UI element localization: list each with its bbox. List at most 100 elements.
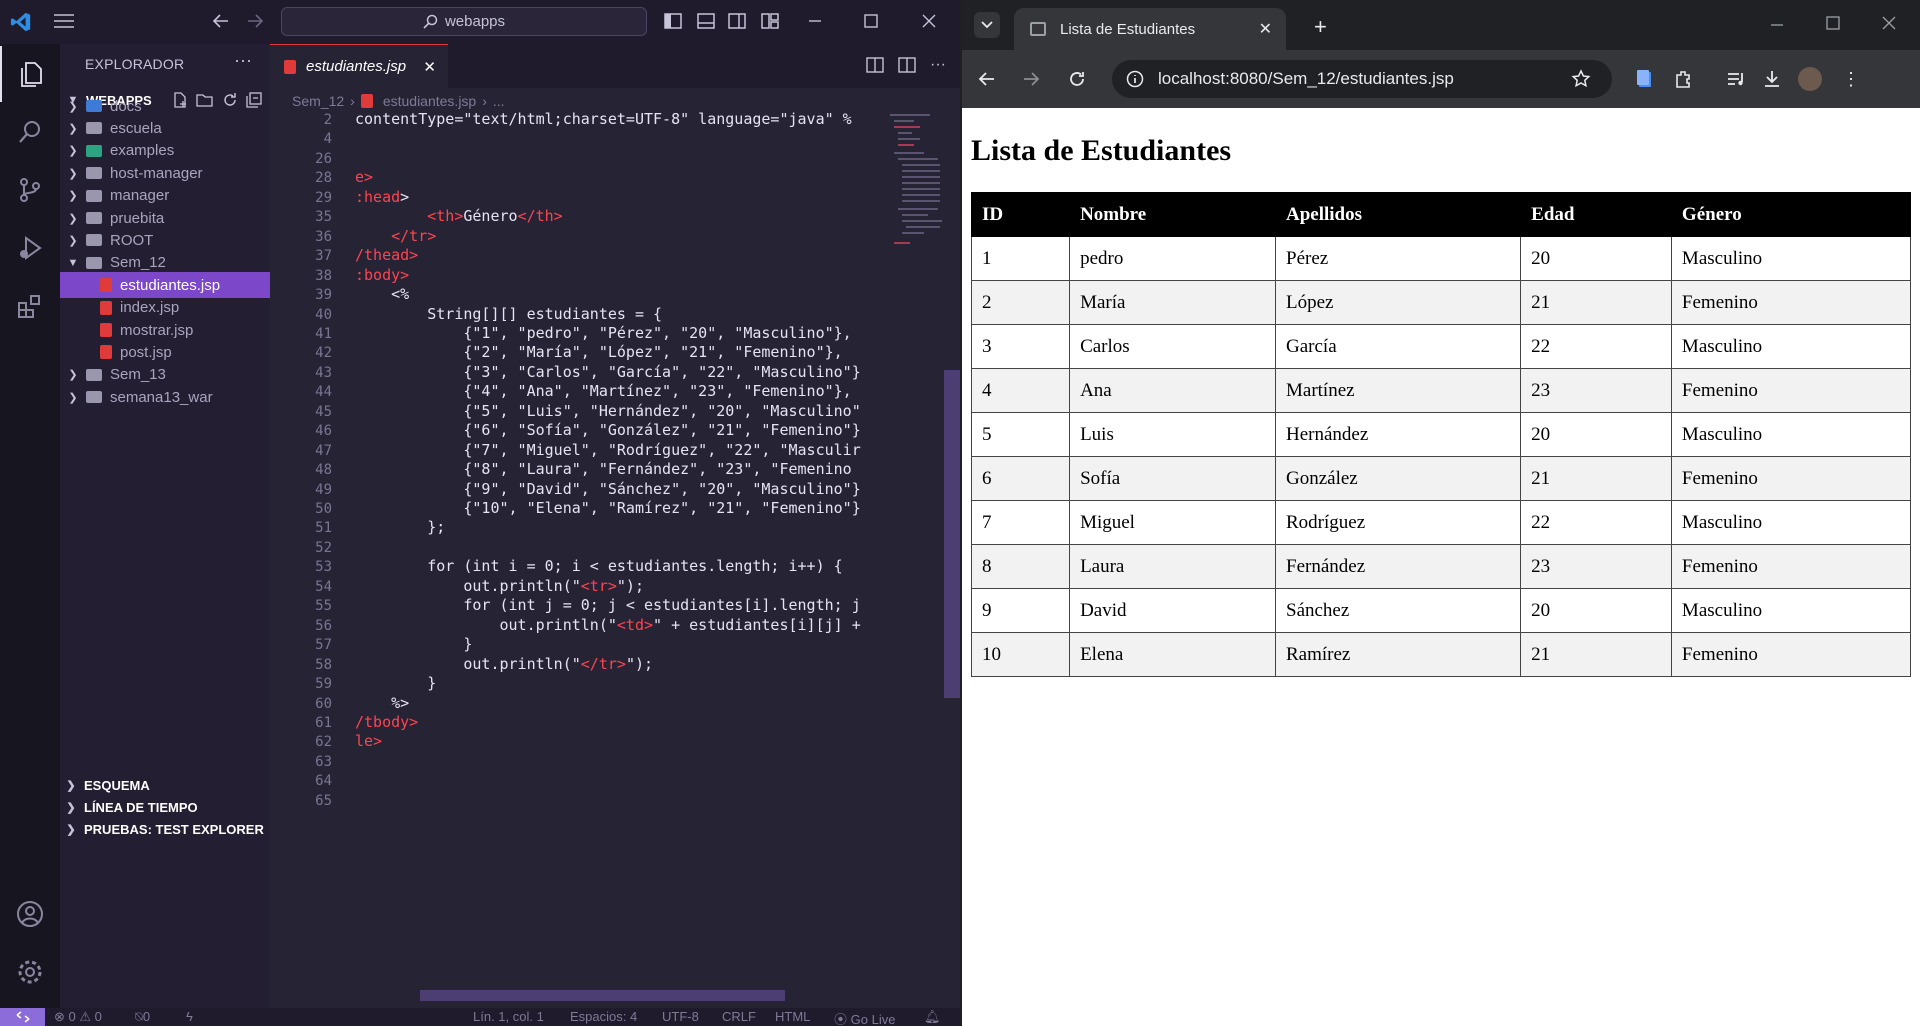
- bookmark-star-icon[interactable]: [1571, 69, 1591, 89]
- url-text: localhost:8080/Sem_12/estudiantes.jsp: [1158, 69, 1454, 88]
- accounts-activity[interactable]: [0, 886, 60, 942]
- toggle-sidebar-icon[interactable]: [664, 12, 682, 30]
- run-debug-activity[interactable]: [0, 220, 60, 276]
- chevron-right-icon: ❯: [68, 145, 78, 158]
- horizontal-scrollbar[interactable]: [420, 990, 785, 1001]
- forward-arrow-icon[interactable]: [246, 12, 264, 30]
- browser-tab[interactable]: Lista de Estudiantes ✕: [1014, 8, 1286, 50]
- extensions-activity[interactable]: [0, 278, 60, 334]
- more-menu-icon[interactable]: ⋮: [1842, 69, 1860, 90]
- lightning-icon[interactable]: ϟ: [186, 1009, 193, 1024]
- line-number: 64: [315, 773, 332, 790]
- manage-activity[interactable]: [0, 944, 60, 1000]
- breadcrumb: Sem_12 › estudiantes.jsp › ...: [292, 93, 505, 109]
- breadcrumb-file[interactable]: estudiantes.jsp: [383, 93, 476, 109]
- code-token: {"5", "Luis", "Hernández", "20", "Mascul…: [355, 401, 861, 420]
- new-tab-icon[interactable]: +: [1314, 14, 1327, 40]
- media-controls-icon[interactable]: [1726, 69, 1746, 89]
- open-preview-icon[interactable]: [866, 56, 884, 74]
- column-header: Género: [1670, 192, 1912, 237]
- section-test-explorer[interactable]: ❯ PRUEBAS: TEST EXPLORER: [60, 816, 270, 842]
- site-info-icon[interactable]: [1126, 70, 1144, 88]
- more-actions-icon[interactable]: ···: [234, 50, 252, 71]
- table-cell: Sofía: [1069, 456, 1276, 501]
- tree-item[interactable]: ❯ semana13_war: [60, 384, 270, 410]
- column-header: ID: [970, 192, 1071, 237]
- explorer-activity[interactable]: [0, 46, 60, 102]
- download-icon[interactable]: [1762, 69, 1782, 89]
- tab-estudiantes-jsp[interactable]: estudiantes.jsp ✕: [270, 44, 448, 88]
- run-debug-icon: [20, 236, 42, 260]
- line-number: 35: [315, 209, 332, 226]
- minimize-icon[interactable]: [1768, 14, 1786, 32]
- close-tab-icon[interactable]: ✕: [423, 58, 436, 76]
- table-cell: 22: [1520, 500, 1672, 545]
- line-number: 36: [315, 228, 332, 245]
- code-token: }: [355, 674, 437, 693]
- toggle-secondary-sidebar-icon[interactable]: [728, 12, 746, 30]
- line-number: 53: [315, 559, 332, 576]
- breadcrumb-folder[interactable]: Sem_12: [292, 93, 344, 109]
- line-number: 54: [315, 578, 332, 595]
- code-token: /tbody>: [355, 712, 419, 731]
- cursor-position[interactable]: Lín. 1, col. 1: [473, 1009, 544, 1024]
- ports-indicator[interactable]: ⍉0: [135, 1009, 150, 1025]
- web-page: Lista de Estudiantes ID Nombre Apellidos Ed…: [962, 108, 1920, 1026]
- address-bar[interactable]: localhost:8080/Sem_12/estudiantes.jsp: [1112, 60, 1612, 98]
- code-line: e>: [355, 168, 373, 186]
- forward-arrow-icon[interactable]: [1022, 70, 1040, 88]
- error-count: 0: [68, 1009, 76, 1024]
- tree-item-label: escuela: [110, 119, 162, 137]
- tab-search-icon[interactable]: [974, 12, 1000, 38]
- column-header: Nombre: [1069, 192, 1276, 237]
- line-number: 41: [315, 325, 332, 342]
- minimap[interactable]: [888, 112, 942, 262]
- reload-icon[interactable]: [1068, 70, 1086, 88]
- code-line: for (int i = 0; i < estudiantes.length; …: [355, 557, 842, 575]
- search-activity[interactable]: [0, 104, 60, 160]
- back-arrow-icon[interactable]: [978, 70, 996, 88]
- chevron-right-icon: ❯: [68, 122, 78, 135]
- back-arrow-icon[interactable]: [212, 12, 230, 30]
- tree-item-label: Sem_12: [110, 254, 166, 272]
- code-token: ");: [616, 576, 644, 595]
- extensions-icon[interactable]: [1673, 69, 1693, 89]
- toggle-panel-icon[interactable]: [697, 12, 715, 30]
- menu-icon[interactable]: [54, 13, 74, 29]
- source-control-activity[interactable]: [0, 162, 60, 218]
- end-of-line[interactable]: CRLF: [722, 1009, 756, 1024]
- close-window-icon[interactable]: [920, 12, 938, 30]
- close-tab-icon[interactable]: ✕: [1259, 19, 1272, 39]
- command-center[interactable]: webapps: [281, 7, 647, 36]
- table-cell: 10: [970, 632, 1071, 677]
- encoding[interactable]: UTF-8: [662, 1009, 699, 1024]
- table-row: 10 Elena Ramírez 21 Femenino: [970, 632, 1912, 677]
- profile-avatar[interactable]: [1798, 67, 1822, 91]
- breadcrumb-rest[interactable]: ...: [493, 93, 505, 109]
- remote-indicator[interactable]: [0, 1008, 45, 1026]
- minimize-icon[interactable]: [806, 12, 824, 30]
- close-window-icon[interactable]: [1880, 14, 1898, 32]
- table-cell: 21: [1520, 280, 1672, 325]
- files-icon: [21, 62, 42, 87]
- split-editor-icon[interactable]: [898, 56, 916, 74]
- folder-icon: [86, 100, 102, 112]
- language-mode[interactable]: HTML: [775, 1009, 810, 1024]
- code-editor[interactable]: contentType="text/html;charset=UTF-8" la…: [355, 112, 880, 992]
- notifications-icon[interactable]: 🔔︎: [924, 1009, 941, 1025]
- more-actions-icon[interactable]: ···: [930, 56, 946, 74]
- jsp-file-icon: [100, 345, 112, 360]
- code-token: {"2", "María", "López", "21", "Femenino"…: [355, 343, 843, 362]
- indentation[interactable]: Espacios: 4: [570, 1009, 637, 1024]
- go-live-button[interactable]: ⦿ Go Live: [834, 1009, 895, 1026]
- customize-layout-icon[interactable]: [761, 12, 779, 30]
- code-token: <th>: [427, 207, 464, 226]
- code-line: /thead>: [355, 246, 418, 264]
- maximize-icon[interactable]: [862, 12, 880, 30]
- docs-extension-icon[interactable]: [1636, 69, 1654, 89]
- problems-indicator[interactable]: ⊗ 0 ⚠ 0: [54, 1009, 102, 1025]
- code-line: {"2", "María", "López", "21", "Femenino"…: [355, 343, 843, 362]
- vertical-scrollbar[interactable]: [944, 370, 960, 698]
- maximize-icon[interactable]: [1824, 14, 1842, 32]
- line-number: 47: [315, 442, 332, 459]
